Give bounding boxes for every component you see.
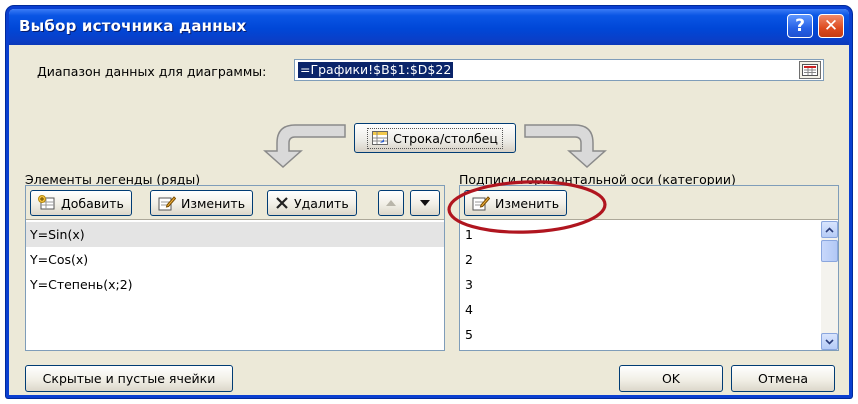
scroll-thumb[interactable] [821, 240, 838, 262]
help-button[interactable]: ? [787, 14, 813, 38]
legend-panel: Добавить Изменить Удалить Y=Sin(x) Y=Cos… [25, 185, 445, 351]
category-list: 1 2 3 4 5 [460, 222, 820, 347]
switch-button-focus: Строка/столбец [367, 127, 503, 149]
chevron-up-icon [825, 226, 834, 233]
range-value: =Графики!$B$1:$D$22 [298, 62, 454, 78]
ok-label: OK [661, 371, 681, 386]
curved-arrow-right-icon [524, 124, 607, 169]
list-item[interactable]: 2 [460, 247, 820, 272]
close-icon: ✕ [823, 16, 839, 36]
category-panel: Изменить 1 2 3 4 5 [459, 185, 839, 351]
help-icon: ? [795, 16, 805, 36]
switch-row-column-button[interactable]: Строка/столбец [354, 123, 516, 153]
list-item[interactable]: 4 [460, 297, 820, 322]
add-series-icon [38, 195, 55, 210]
range-label: Диапазон данных для диаграммы: [37, 64, 267, 79]
edit-pencil-icon [158, 196, 176, 211]
range-collapse-button[interactable] [799, 61, 821, 79]
scroll-down-button[interactable] [821, 333, 838, 350]
range-input[interactable]: =Графики!$B$1:$D$22 [294, 59, 824, 81]
list-item[interactable]: Y=Степень(x;2) [26, 272, 444, 297]
hidden-empty-cells-label: Скрытые и пустые ячейки [42, 371, 216, 386]
dialog-title: Выбор источника данных [19, 17, 247, 35]
cancel-label: Отмена [757, 371, 809, 386]
move-up-button[interactable] [378, 190, 404, 216]
ok-button[interactable]: OK [619, 365, 723, 392]
switch-button-label: Строка/столбец [393, 130, 498, 146]
dialog-window: Выбор источника данных ? ✕ Диапазон данн… [6, 6, 852, 398]
delete-x-icon [276, 197, 288, 209]
edit-categories-button[interactable]: Изменить [464, 190, 568, 216]
edit-series-label: Изменить [181, 195, 246, 211]
curved-arrow-left-icon [263, 124, 346, 169]
close-button[interactable]: ✕ [818, 14, 844, 38]
add-series-label: Добавить [61, 195, 124, 211]
list-item[interactable]: 1 [460, 222, 820, 247]
add-series-button[interactable]: Добавить [30, 190, 132, 216]
cancel-button[interactable]: Отмена [731, 365, 835, 392]
edit-series-button[interactable]: Изменить [150, 190, 254, 216]
list-item[interactable]: 5 [460, 322, 820, 347]
edit-categories-label: Изменить [495, 195, 560, 211]
delete-series-label: Удалить [294, 195, 349, 211]
move-down-button[interactable] [410, 190, 440, 216]
range-collapse-icon [802, 64, 818, 76]
arrow-down-icon [420, 200, 430, 206]
scroll-up-button[interactable] [821, 221, 838, 238]
list-item[interactable]: 3 [460, 272, 820, 297]
chevron-down-icon [825, 338, 834, 345]
category-toolbar: Изменить [460, 186, 838, 220]
legend-toolbar: Добавить Изменить Удалить [26, 186, 444, 220]
arrow-up-icon [386, 200, 396, 206]
list-item[interactable]: Y=Sin(x) [26, 222, 444, 247]
title-bar[interactable]: Выбор источника данных ? ✕ [9, 9, 849, 45]
hidden-empty-cells-button[interactable]: Скрытые и пустые ячейки [25, 365, 233, 392]
switch-row-column-icon [372, 131, 389, 145]
edit-pencil-icon [472, 196, 490, 211]
legend-series-list: Y=Sin(x) Y=Cos(x) Y=Степень(x;2) [26, 222, 444, 297]
delete-series-button[interactable]: Удалить [267, 190, 357, 216]
category-scrollbar[interactable] [821, 221, 838, 350]
list-item[interactable]: Y=Cos(x) [26, 247, 444, 272]
